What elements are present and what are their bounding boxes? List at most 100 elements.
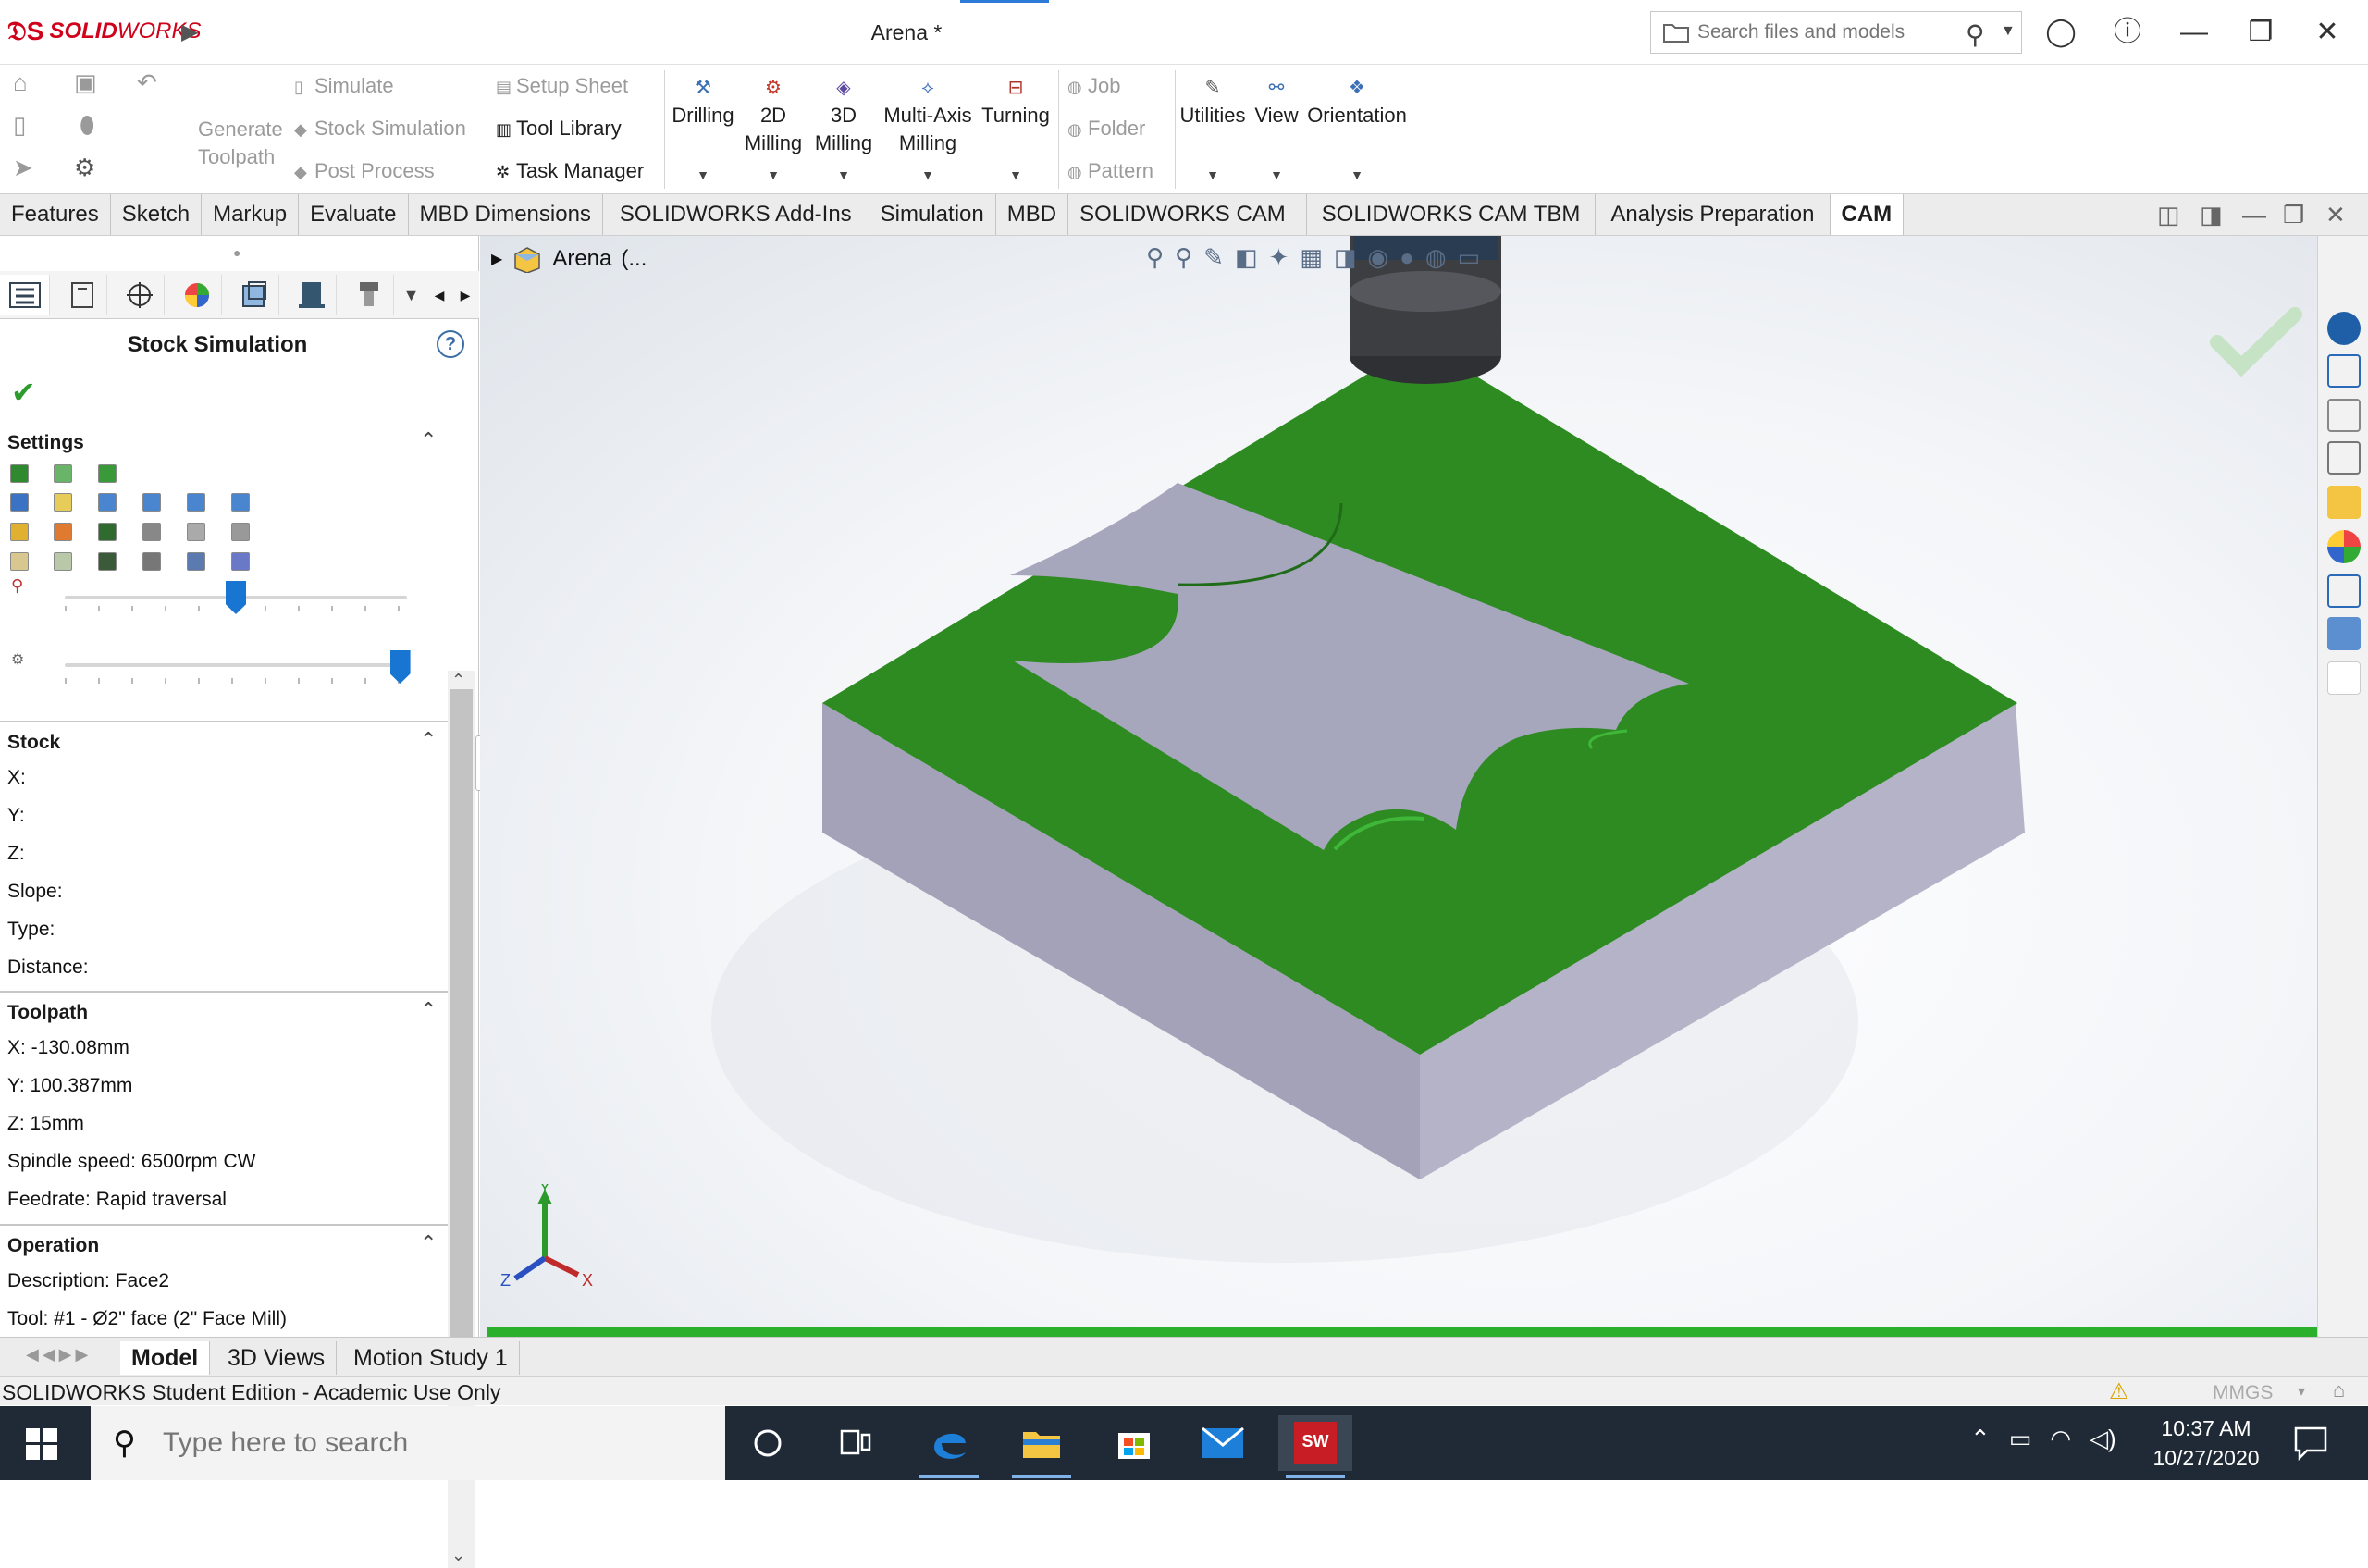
feature-tree-flyout[interactable]: ▶ Arena (... [491, 245, 647, 273]
viewport-close-icon[interactable]: ✕ [2325, 194, 2346, 235]
cam-feature-tree-tab-icon[interactable] [229, 275, 279, 315]
stock-collapse-icon[interactable]: ⌃ [420, 728, 437, 752]
mail-icon[interactable] [1186, 1415, 1260, 1471]
home-icon[interactable] [2327, 354, 2361, 388]
2d-milling-dropdown-icon[interactable]: ▼ [740, 161, 807, 189]
next-operation-icon[interactable] [187, 493, 205, 512]
simulate-button[interactable]: ▯ Simulate [294, 74, 394, 98]
windows-start-icon[interactable] [26, 1428, 57, 1460]
file-explorer-icon[interactable] [1005, 1415, 1079, 1478]
units-indicator[interactable]: MMGS [2213, 1382, 2273, 1404]
undo-icon[interactable]: ↶ [137, 68, 157, 97]
display-style-icon[interactable]: ◨ [1334, 243, 1357, 272]
toolpath-display-icon[interactable] [10, 552, 29, 571]
file-explorer-icon[interactable] [2327, 441, 2361, 475]
multi-axis-milling-button[interactable]: ⟡ Multi-Axis Milling ▼ [879, 74, 977, 189]
operation-collapse-icon[interactable]: ⌃ [420, 1231, 437, 1255]
search-dropdown-icon[interactable]: ▼ [2001, 23, 2016, 40]
stock-display-icon[interactable] [10, 464, 29, 483]
help-icon[interactable]: ⓘ [2107, 13, 2148, 52]
units-dropdown-icon[interactable]: ▾ [2298, 1382, 2305, 1401]
show-tool-icon[interactable] [10, 523, 29, 541]
tool-display-icon[interactable] [142, 523, 161, 541]
holder-transparent-icon[interactable] [231, 523, 250, 541]
section-view-icon[interactable]: ◧ [1235, 243, 1258, 272]
microsoft-store-icon[interactable] [1097, 1415, 1171, 1471]
rebuild-icon[interactable]: ⬮ [80, 111, 94, 141]
solidworks-taskbar-icon[interactable]: SW [1278, 1415, 1352, 1478]
close-button[interactable]: ✕ [2307, 13, 2348, 52]
view-orientation-icon[interactable]: ▦ [1300, 243, 1323, 272]
appearances-icon[interactable] [2327, 530, 2361, 563]
run-to-end-icon[interactable] [231, 493, 250, 512]
tool-transparent-icon[interactable] [187, 523, 205, 541]
tab-features[interactable]: Features [0, 194, 111, 235]
home-icon[interactable]: ⌂ [13, 68, 28, 97]
tab-markup[interactable]: Markup [202, 194, 300, 235]
tab-nav-arrows-icon[interactable]: ◀◀▶▶ [26, 1345, 92, 1364]
chart-icon[interactable] [231, 552, 250, 571]
confirmation-corner-ok-icon[interactable] [2210, 305, 2302, 379]
tab-sketch[interactable]: Sketch [111, 194, 203, 235]
tab-solidworks-add-ins[interactable]: SOLIDWORKS Add-Ins [603, 194, 870, 235]
pause-icon[interactable] [54, 493, 72, 512]
tool-library-button[interactable]: ▥ Tool Library [496, 117, 622, 141]
tab-simulation[interactable]: Simulation [870, 194, 996, 235]
ok-checkmark-button[interactable]: ✔ [11, 375, 36, 410]
volume-icon[interactable]: ◁) [2090, 1425, 2116, 1453]
orientation-dropdown-icon[interactable]: ▼ [1306, 161, 1408, 189]
scroll-down-icon[interactable]: ⌄ [451, 1546, 465, 1565]
task-manager-button[interactable]: ✲ Task Manager [496, 159, 644, 183]
orientation-button[interactable]: ❖ Orientation ▼ [1306, 74, 1408, 189]
viewport-restore-icon[interactable]: ❐ [2283, 194, 2304, 235]
taskbar-clock[interactable]: 10:37 AM 10/27/2020 [2137, 1414, 2276, 1473]
solidworks-resources-icon[interactable] [2327, 312, 2361, 345]
tab-analysis-preparation[interactable]: Analysis Preparation [1596, 194, 1831, 235]
feature-manager-tab-icon[interactable] [0, 275, 50, 315]
turning-dropdown-icon[interactable]: ▼ [979, 161, 1053, 189]
search-box[interactable]: ⚲ ▼ [1650, 11, 2022, 54]
scrollbar-thumb[interactable] [450, 689, 473, 1374]
cam-tool-tree-tab-icon[interactable] [344, 275, 394, 315]
scroll-up-icon[interactable]: ⌃ [451, 671, 465, 690]
step-forward-icon[interactable] [142, 493, 161, 512]
restore-button[interactable]: ❐ [2240, 13, 2281, 52]
quality-slider-track[interactable] [65, 663, 407, 667]
tab-motion-study-1[interactable]: Motion Study 1 [342, 1341, 520, 1375]
save-stock-icon[interactable] [187, 552, 205, 571]
3d-milling-dropdown-icon[interactable]: ▼ [810, 161, 877, 189]
new-document-icon[interactable]: ▯ [13, 111, 26, 140]
show-hidden-icons-icon[interactable]: ⌃ [1970, 1425, 1991, 1453]
minimize-button[interactable]: — [2174, 13, 2214, 52]
multi-axis-milling-dropdown-icon[interactable]: ▼ [879, 161, 977, 189]
apply-scene-icon[interactable]: ◍ [1425, 243, 1447, 272]
folder-button[interactable]: ◍ Folder [1067, 117, 1145, 141]
viewport-split-icon[interactable]: ◨ [2200, 194, 2223, 235]
edge-browser-icon[interactable] [912, 1415, 986, 1478]
zoom-to-fit-icon[interactable]: ⚲ [1146, 243, 1164, 272]
drilling-dropdown-icon[interactable]: ▼ [670, 161, 736, 189]
property-manager-tab-icon[interactable] [57, 275, 107, 315]
viewport-minimize-icon[interactable]: — [2242, 194, 2266, 235]
step-back-icon[interactable] [98, 493, 117, 512]
show-holder-icon[interactable] [54, 523, 72, 541]
2d-milling-button[interactable]: ⚙ 2D Milling ▼ [740, 74, 807, 189]
3d-milling-button[interactable]: ◈ 3D Milling ▼ [810, 74, 877, 189]
action-center-icon[interactable] [2292, 1425, 2329, 1462]
tag-icon[interactable]: ⌂ [2333, 1378, 2345, 1402]
panel-grip-icon[interactable]: ● [233, 245, 240, 260]
edit-appearance-icon[interactable]: ● [1400, 243, 1414, 272]
post-process-button[interactable]: ◆ Post Process [294, 159, 435, 183]
job-button[interactable]: ◍ Job [1067, 74, 1120, 98]
stock-wireframe-icon[interactable] [98, 464, 117, 483]
search-icon[interactable]: ⚲ [1966, 19, 1985, 50]
stock-transparent-icon[interactable] [54, 464, 72, 483]
viewport-tile-icon[interactable]: ◫ [2157, 194, 2180, 235]
search-input[interactable] [1696, 18, 1936, 47]
utilities-dropdown-icon[interactable]: ▼ [1178, 161, 1247, 189]
cortana-icon[interactable] [731, 1415, 805, 1471]
setup-sheet-button[interactable]: ▤ Setup Sheet [496, 74, 628, 98]
tab-scroll-left-icon[interactable]: ◀ [427, 275, 451, 315]
graphics-area[interactable]: ▶ Arena (... ⚲ ⚲ ✎ ◧ ✦ ▦ ◨ ◉ ● ◍ ▭ Y X Z [480, 236, 2368, 1337]
select-icon[interactable]: ➤ [13, 154, 33, 182]
